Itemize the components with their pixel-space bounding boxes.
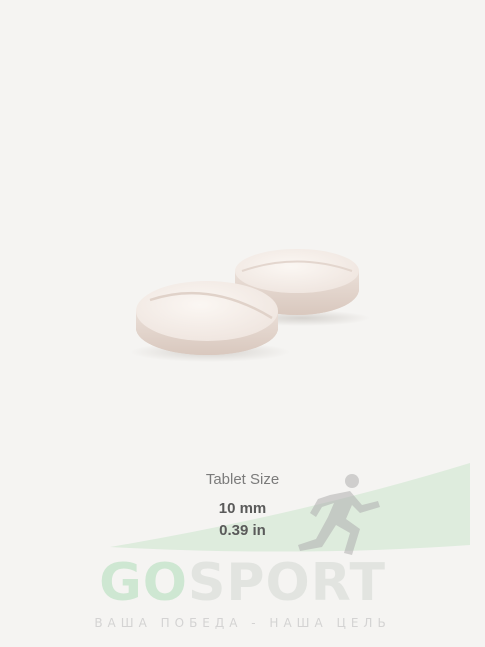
tablets-photo bbox=[130, 249, 370, 362]
watermark-tagline: ВАША ПОБЕДА - НАША ЦЕЛЬ bbox=[94, 616, 391, 630]
watermark-brand: GOSPORT bbox=[0, 555, 485, 611]
tablet-size-title: Tablet Size bbox=[205, 471, 280, 488]
product-image-stage: Tablet Size 10 mm 0.39 in GOSPORT ВАША П… bbox=[0, 0, 485, 647]
tablet-size-mm: 10 mm bbox=[218, 500, 267, 517]
watermark-brand-sport: SPORT bbox=[187, 553, 386, 613]
tablet-size-inches: 0.39 in bbox=[219, 522, 266, 539]
tablet-size-info: Tablet Size 10 mm 0.39 in bbox=[0, 471, 485, 540]
tablet-front bbox=[136, 281, 278, 355]
watermark-brand-go: GO bbox=[99, 553, 188, 613]
